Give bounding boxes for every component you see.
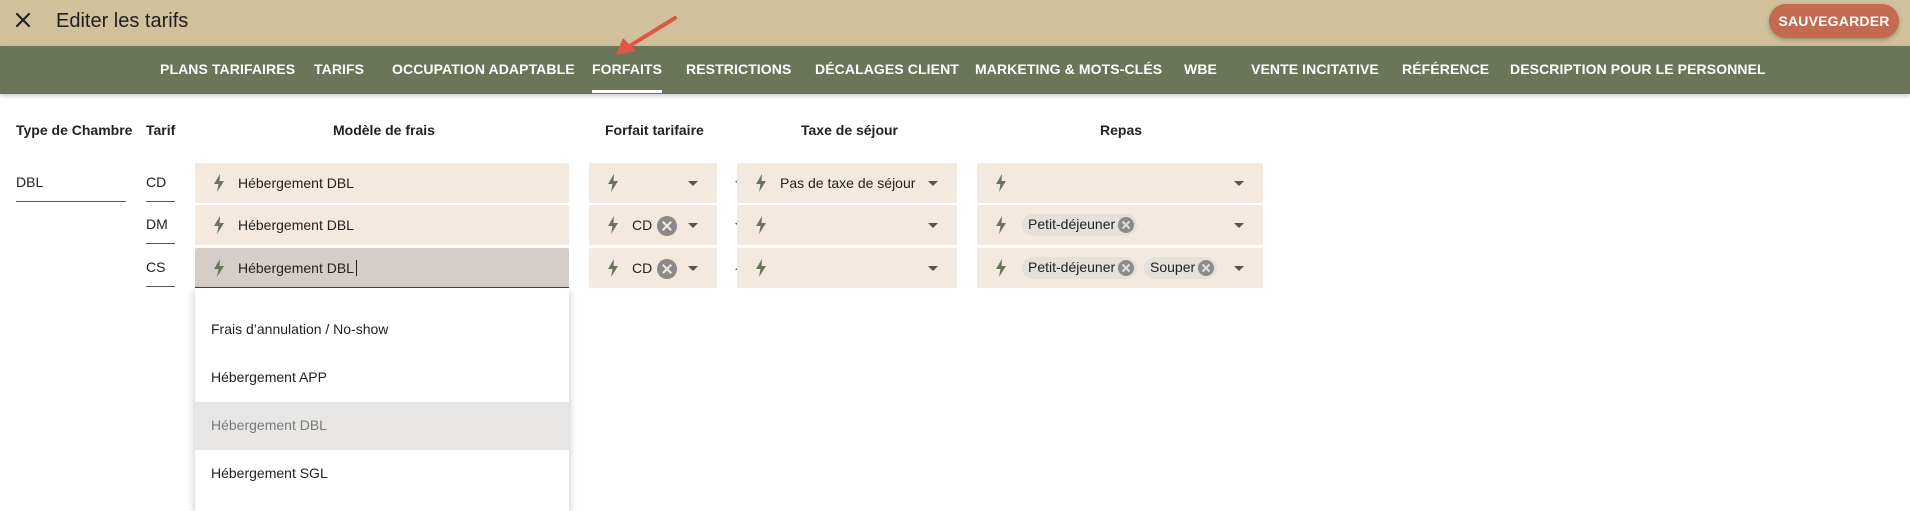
rate-package-select[interactable]: CD [589,205,717,245]
meal-chip-label: Petit-déjeuner [1028,259,1116,275]
tab-bar: PLANS TARIFAIRES TARIFS OCCUPATION ADAPT… [0,46,1910,94]
remove-chip-icon[interactable] [1198,260,1215,276]
header-meals: Repas [1100,122,1143,138]
tab-restrictions[interactable]: RESTRICTIONS [686,61,791,77]
remove-chip-icon[interactable] [1118,217,1135,233]
lightning-icon [608,259,618,277]
meals-select[interactable]: Petit-déjeuner Souper [977,248,1263,288]
rate-field[interactable]: DM [146,208,175,244]
meal-chip: Petit-déjeuner [1022,257,1138,279]
chevron-down-icon[interactable] [1234,266,1244,271]
tab-plans-tarifaires[interactable]: PLANS TARIFAIRES [160,61,295,77]
tourist-tax-select[interactable]: Pas de taxe de séjour [737,163,957,203]
rate-field[interactable]: CS [146,251,175,287]
chevron-down-icon[interactable] [688,181,698,186]
menu-option[interactable]: Frais d’annulation / No-show [195,306,569,354]
rate-field[interactable]: CD [146,166,175,202]
header-rate-package: Forfait tarifaire [605,122,704,138]
header-tourist-tax: Taxe de séjour [801,122,899,138]
tab-occupation-adaptable[interactable]: OCCUPATION ADAPTABLE [392,61,575,77]
lightning-icon [996,216,1006,234]
meals-select[interactable]: Petit-déjeuner [977,205,1263,245]
tab-marketing-mots-cles[interactable]: MARKETING & MOTS-CLÉS [975,61,1162,77]
clear-icon[interactable] [657,259,677,279]
fee-model-input[interactable]: Hébergement DBL [238,260,357,276]
menu-option[interactable]: Hébergement APP [195,354,569,402]
tab-description-personnel[interactable]: DESCRIPTION POUR LE PERSONNEL [1510,61,1766,77]
lightning-icon [756,174,766,192]
room-type-field[interactable]: DBL [16,166,126,202]
fee-model-value: Hébergement DBL [238,217,354,233]
chevron-down-icon[interactable] [688,266,698,271]
lightning-icon [608,174,618,192]
lightning-icon [214,174,224,192]
fee-model-value: Hébergement DBL [238,175,354,191]
header-rate: Tarif [146,122,176,138]
tourist-tax-select[interactable] [737,248,957,288]
lightning-icon [996,259,1006,277]
chevron-down-icon[interactable] [1234,181,1244,186]
menu-option-selected[interactable]: Hébergement DBL [195,402,569,450]
meals-select[interactable] [977,163,1263,203]
chevron-down-icon[interactable] [1234,223,1244,228]
lightning-icon [756,216,766,234]
fee-model-select[interactable]: Hébergement DBL [195,163,745,203]
header-room-type: Type de Chambre [16,122,133,138]
rate-package-select[interactable] [589,163,717,203]
rate-package-value: CD [632,217,653,233]
save-button[interactable]: SAUVEGARDER [1769,4,1899,38]
remove-chip-icon[interactable] [1118,260,1135,276]
fee-model-select-active[interactable]: Hébergement DBL [195,248,745,288]
tab-vente-incitative[interactable]: VENTE INCITATIVE [1251,61,1379,77]
tab-decalages-client[interactable]: DÉCALAGES CLIENT [815,61,959,77]
lightning-icon [214,216,224,234]
annotation-arrow [616,16,677,55]
page-title: Editer les tarifs [56,10,189,32]
clear-icon[interactable] [657,216,677,236]
menu-option[interactable]: Hébergement SGL [195,450,569,498]
tab-forfaits[interactable]: FORFAITS [592,61,663,93]
fee-model-select[interactable]: Hébergement DBL [195,205,745,245]
rate-package-value: CD [632,260,653,276]
fee-model-options-menu: Frais d’annulation / No-show Hébergement… [195,288,569,511]
close-icon[interactable] [12,9,34,31]
meal-chip: Souper [1144,257,1218,279]
tab-tarifs[interactable]: TARIFS [314,61,364,77]
chevron-down-icon[interactable] [688,223,698,228]
chevron-down-icon[interactable] [928,223,938,228]
text-cursor [355,260,357,276]
lightning-icon [996,174,1006,192]
tourist-tax-select[interactable] [737,205,957,245]
rate-package-select[interactable]: CD [589,248,717,288]
lightning-icon [756,259,766,277]
tourist-tax-value: Pas de taxe de séjour [780,175,916,191]
lightning-icon [214,259,224,277]
chevron-down-icon[interactable] [928,181,938,186]
tab-reference[interactable]: RÉFÉRENCE [1402,61,1489,77]
lightning-icon [608,216,618,234]
meal-chip-label: Petit-déjeuner [1028,216,1116,232]
meal-chip: Petit-déjeuner [1022,214,1138,236]
chevron-down-icon[interactable] [928,266,938,271]
meal-chip-label: Souper [1150,259,1196,275]
tab-wbe[interactable]: WBE [1184,61,1217,77]
header-fee-model: Modèle de frais [333,122,435,138]
top-bar: Editer les tarifs SAUVEGARDER [0,0,1910,46]
